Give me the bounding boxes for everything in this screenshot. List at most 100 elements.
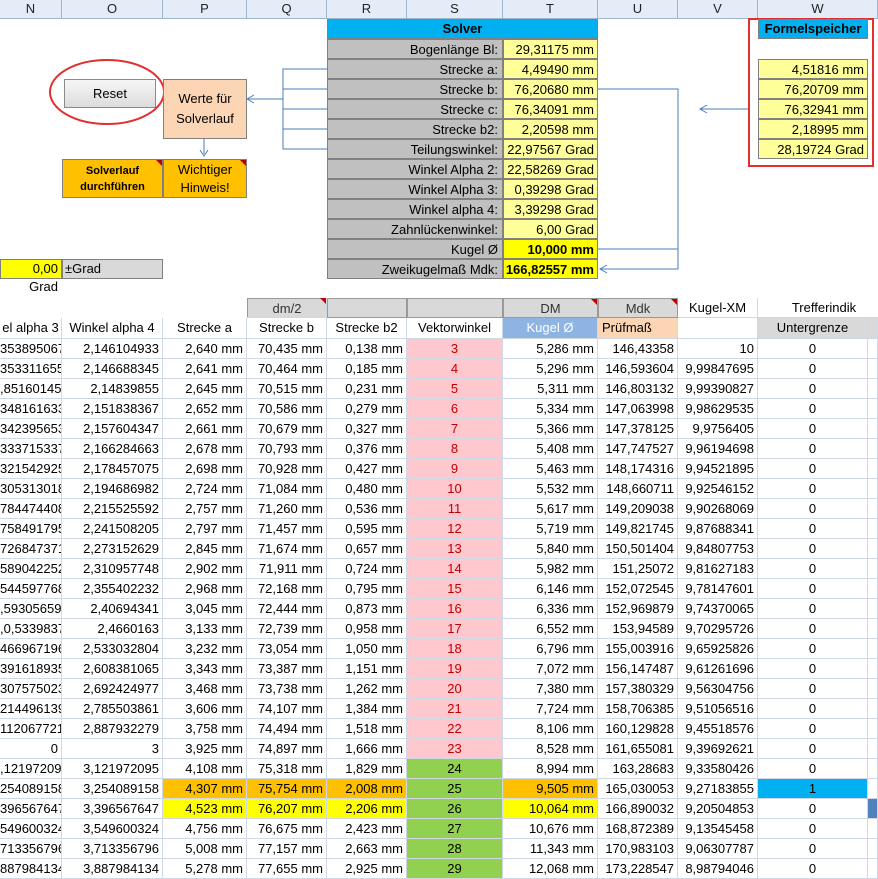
table-cell[interactable]: 2,785503861 — [62, 699, 163, 719]
table-cell[interactable]: 353311655 — [0, 359, 62, 379]
table-cell[interactable]: 3,396567647 — [62, 799, 163, 819]
table-cell[interactable]: 6,336 mm — [503, 599, 598, 619]
table-cell[interactable]: 73,387 mm — [247, 659, 327, 679]
col-header-S[interactable]: S — [407, 0, 503, 19]
table-cell[interactable]: 0 — [758, 819, 868, 839]
col-header-W[interactable]: W — [758, 0, 878, 19]
col-header-P[interactable]: P — [163, 0, 247, 19]
table-cell[interactable]: 0 — [758, 519, 868, 539]
table-cell[interactable]: 158,706385 — [598, 699, 678, 719]
table-cell[interactable]: 9,27183855 — [678, 779, 758, 799]
table-cell[interactable]: 9,505 mm — [503, 779, 598, 799]
table-cell[interactable]: 5 — [407, 379, 503, 399]
table-cell[interactable]: 9,92546152 — [678, 479, 758, 499]
table-cell[interactable]: 2,151838367 — [62, 399, 163, 419]
formelspeicher-value[interactable]: 28,19724 Grad — [758, 139, 868, 159]
table-cell[interactable]: 71,084 mm — [247, 479, 327, 499]
table-cell[interactable]: 11,343 mm — [503, 839, 598, 859]
table-cell[interactable]: 0,376 mm — [327, 439, 407, 459]
table-cell[interactable]: 26 — [407, 799, 503, 819]
table-cell[interactable]: 5,408 mm — [503, 439, 598, 459]
table-cell[interactable]: 71,911 mm — [247, 559, 327, 579]
table-cell[interactable]: 0 — [758, 619, 868, 639]
table-cell[interactable]: 0 — [758, 679, 868, 699]
table-cell[interactable]: 10,064 mm — [503, 799, 598, 819]
table-cell[interactable]: 156,147487 — [598, 659, 678, 679]
formelspeicher-value[interactable]: 76,20709 mm — [758, 79, 868, 99]
table-cell[interactable]: ,121972095 — [0, 759, 62, 779]
table-cell[interactable]: 20 — [407, 679, 503, 699]
table-cell[interactable]: 2,661 mm — [163, 419, 247, 439]
table-cell[interactable]: 2,724 mm — [163, 479, 247, 499]
table-cell[interactable]: 8,528 mm — [503, 739, 598, 759]
solver-value[interactable]: 22,97567 Grad — [503, 139, 598, 159]
table-cell[interactable]: 7,724 mm — [503, 699, 598, 719]
table-cell[interactable]: 17 — [407, 619, 503, 639]
table-cell[interactable]: 4,523 mm — [163, 799, 247, 819]
table-cell[interactable]: 1,518 mm — [327, 719, 407, 739]
table-cell[interactable]: 9,94521895 — [678, 459, 758, 479]
table-cell[interactable]: 70,464 mm — [247, 359, 327, 379]
table-cell[interactable]: 157,380329 — [598, 679, 678, 699]
table-cell[interactable]: 0 — [758, 399, 868, 419]
reset-button[interactable]: Reset — [64, 79, 156, 108]
table-cell[interactable]: 2,640 mm — [163, 339, 247, 359]
table-cell[interactable]: 9,99847695 — [678, 359, 758, 379]
table-cell[interactable]: 2,902 mm — [163, 559, 247, 579]
solver-value[interactable]: 3,39298 Grad — [503, 199, 598, 219]
col-header-O[interactable]: O — [62, 0, 163, 19]
table-cell[interactable]: 726847371 — [0, 539, 62, 559]
table-cell[interactable]: 5,982 mm — [503, 559, 598, 579]
table-cell[interactable]: 3,606 mm — [163, 699, 247, 719]
table-cell[interactable]: 148,174316 — [598, 459, 678, 479]
table-cell[interactable]: 77,157 mm — [247, 839, 327, 859]
table-cell[interactable]: 0,480 mm — [327, 479, 407, 499]
table-cell[interactable]: 2,678 mm — [163, 439, 247, 459]
table-cell[interactable]: 342395653 — [0, 419, 62, 439]
table-cell[interactable]: 2,652 mm — [163, 399, 247, 419]
table-cell[interactable]: 10 — [678, 339, 758, 359]
table-cell[interactable]: 3,468 mm — [163, 679, 247, 699]
solver-value[interactable]: 6,00 Grad — [503, 219, 598, 239]
table-cell[interactable]: 0 — [758, 739, 868, 759]
table-cell[interactable]: 1,151 mm — [327, 659, 407, 679]
table-cell[interactable]: 0 — [758, 799, 868, 819]
table-cell[interactable]: 5,840 mm — [503, 539, 598, 559]
table-cell[interactable]: 2,14839855 — [62, 379, 163, 399]
table-cell[interactable]: 5,366 mm — [503, 419, 598, 439]
table-cell[interactable]: 2,797 mm — [163, 519, 247, 539]
table-cell[interactable]: 589042252 — [0, 559, 62, 579]
table-cell[interactable]: 7,072 mm — [503, 659, 598, 679]
table-cell[interactable]: 21 — [407, 699, 503, 719]
table-cell[interactable]: 0 — [758, 359, 868, 379]
table-cell[interactable]: 70,586 mm — [247, 399, 327, 419]
table-cell[interactable]: 6,796 mm — [503, 639, 598, 659]
table-cell[interactable]: 0 — [758, 859, 868, 879]
table-cell[interactable]: 2,206 mm — [327, 799, 407, 819]
table-cell[interactable]: 396567647 — [0, 799, 62, 819]
table-cell[interactable]: 77,655 mm — [247, 859, 327, 879]
table-cell[interactable]: 3,549600324 — [62, 819, 163, 839]
table-cell[interactable]: ,85160145 — [0, 379, 62, 399]
table-cell[interactable]: 16 — [407, 599, 503, 619]
table-cell[interactable]: 9 — [407, 459, 503, 479]
table-cell[interactable]: 2,355402232 — [62, 579, 163, 599]
table-cell[interactable]: 10 — [407, 479, 503, 499]
table-cell[interactable]: 161,655081 — [598, 739, 678, 759]
table-cell[interactable]: 9,13545458 — [678, 819, 758, 839]
table-cell[interactable]: 2,533032804 — [62, 639, 163, 659]
table-cell[interactable]: 713356796 — [0, 839, 62, 859]
table-cell[interactable]: 6 — [407, 399, 503, 419]
table-cell[interactable]: 4,756 mm — [163, 819, 247, 839]
table-cell[interactable]: 9,90268069 — [678, 499, 758, 519]
table-cell[interactable]: 146,43358 — [598, 339, 678, 359]
wichtiger-hinweis-button[interactable]: Wichtiger Hinweis! — [163, 159, 247, 198]
table-cell[interactable]: 2,641 mm — [163, 359, 247, 379]
table-cell[interactable]: 348161633 — [0, 399, 62, 419]
table-cell[interactable]: 305313018 — [0, 479, 62, 499]
table-cell[interactable]: 149,821745 — [598, 519, 678, 539]
solver-value[interactable]: 10,000 mm — [503, 239, 598, 259]
table-cell[interactable]: 15 — [407, 579, 503, 599]
table-cell[interactable]: 549600324 — [0, 819, 62, 839]
table-cell[interactable]: 9,56304756 — [678, 679, 758, 699]
